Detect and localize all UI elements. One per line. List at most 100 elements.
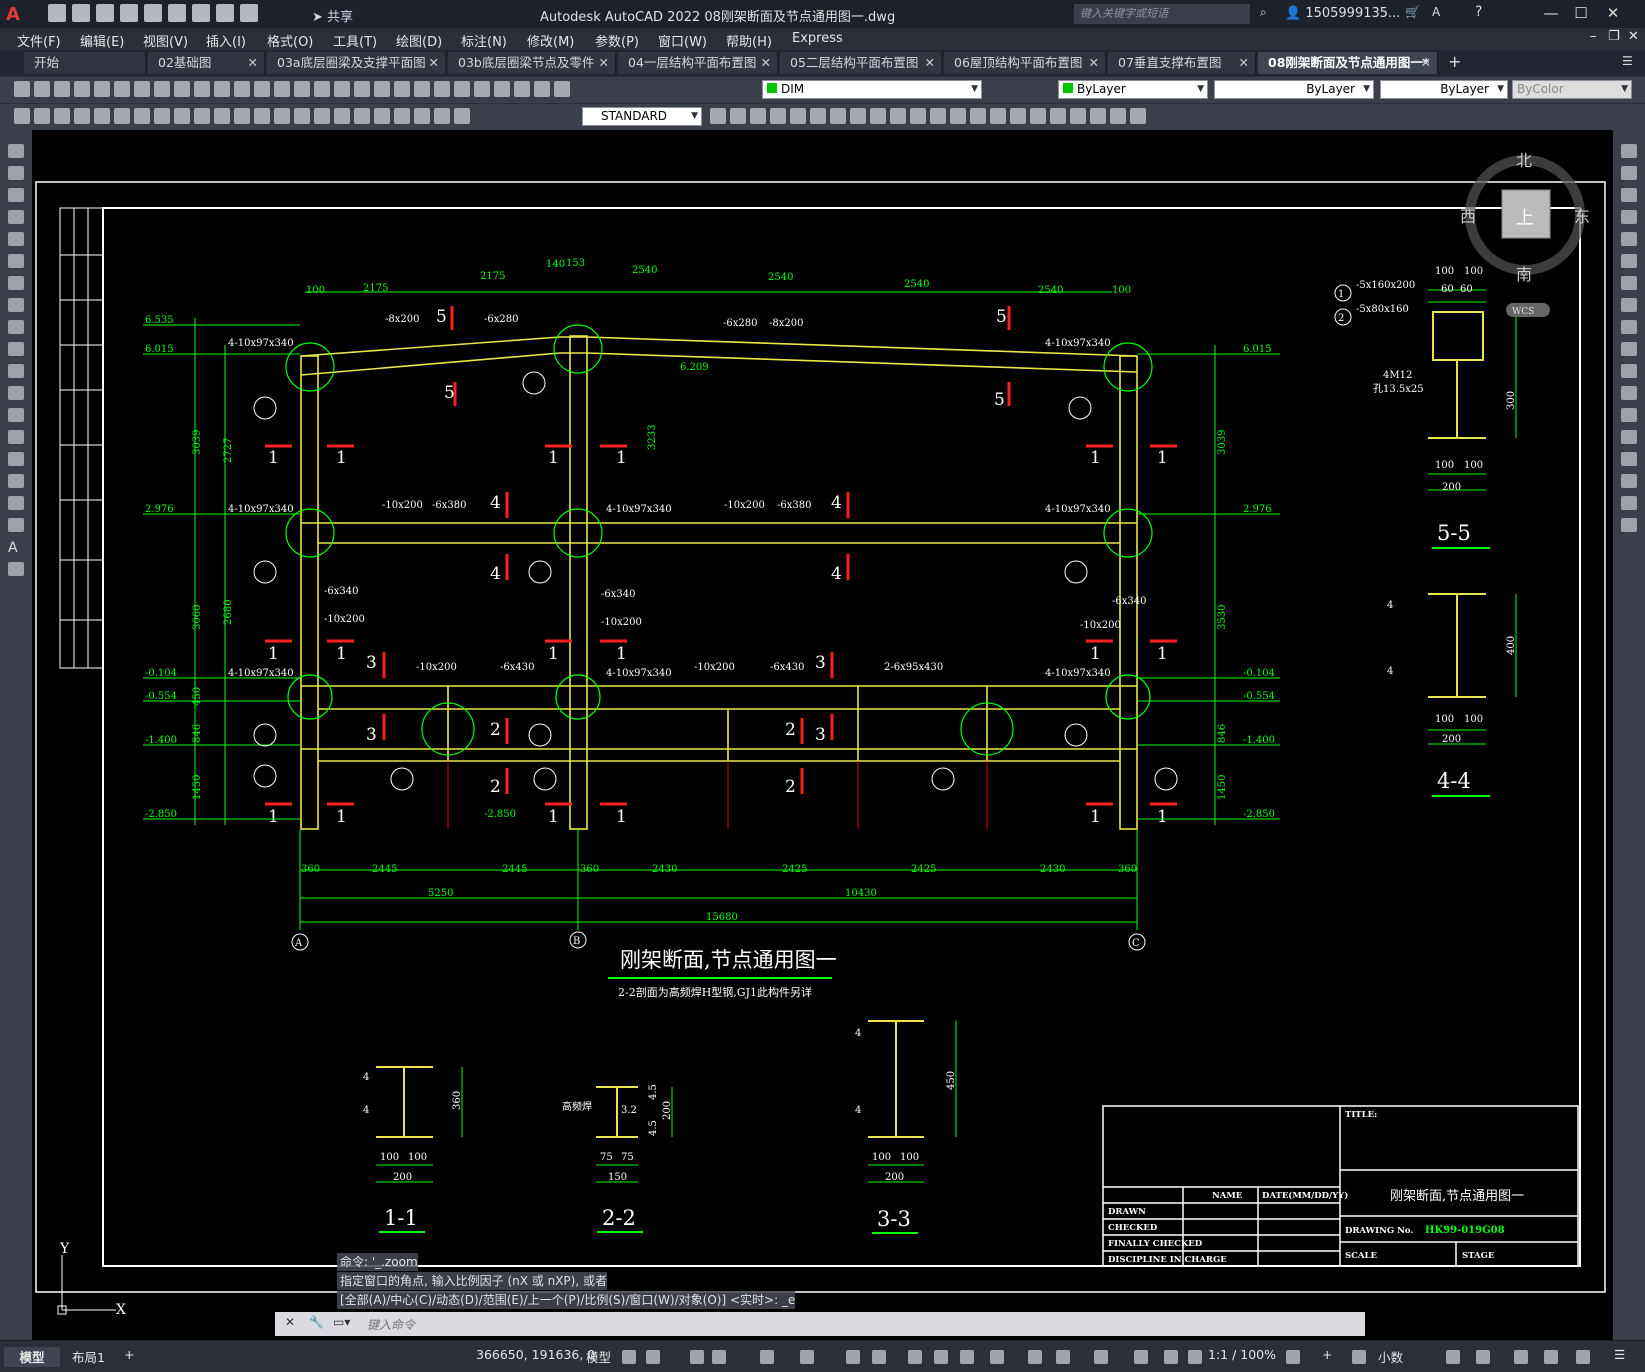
extend-icon[interactable] [970,108,986,124]
snap-icon[interactable] [646,1350,660,1364]
linetype-dropdown[interactable]: ByLayer ▼ [1214,80,1374,99]
dim-edit-icon[interactable] [414,108,430,124]
dim-angular-icon[interactable] [214,108,230,124]
dim-aligned-icon[interactable] [94,108,110,124]
rotate-icon[interactable] [1621,276,1637,290]
menu-view[interactable]: 视图(V) [143,31,188,50]
quick-dim-icon[interactable] [234,108,250,124]
preview-icon[interactable] [94,81,110,97]
layer-properties-icon[interactable] [494,81,510,97]
zoom-window-icon[interactable] [314,81,330,97]
zoom-previous-icon[interactable] [334,81,350,97]
help-icon[interactable]: ? [1475,4,1482,20]
paste-icon[interactable] [194,81,210,97]
solid-cone-icon[interactable] [770,108,786,124]
explode-icon[interactable] [1070,108,1086,124]
scale-icon[interactable] [910,108,926,124]
dim-space-icon[interactable] [294,108,310,124]
tab-layout1[interactable]: 布局1 [72,1347,105,1366]
copy-icon[interactable] [174,81,190,97]
break-at-point-icon[interactable] [1621,408,1637,422]
mtext-icon[interactable]: A [8,540,24,556]
tab-04[interactable]: 04一层结构平面布置图 ✕ [618,52,778,74]
undo-icon[interactable] [216,4,234,22]
draworder-icon[interactable] [14,108,30,124]
close-tab-icon[interactable]: ✕ [429,52,439,74]
customize-menu-icon[interactable]: ☰ [1614,1347,1625,1362]
lineweight-icon[interactable] [908,1350,922,1364]
close-tab-icon[interactable]: ✕ [1089,52,1099,74]
dim-continue-icon[interactable] [274,108,290,124]
menu-format[interactable]: 格式(O) [267,31,313,50]
close-command-icon[interactable]: ✕ [285,1315,295,1329]
menu-parametric[interactable]: 参数(P) [595,31,639,50]
menu-tools[interactable]: 工具(T) [333,31,377,50]
doc-close-button[interactable]: ✕ [1628,29,1639,44]
move-icon[interactable] [1621,254,1637,268]
scale-icon[interactable] [1621,298,1637,312]
construction-line-icon[interactable] [8,166,24,180]
save-icon[interactable] [54,81,70,97]
lock-ui-icon[interactable] [1446,1350,1460,1364]
autodesk-app-icon[interactable]: A [1432,5,1440,19]
properties-icon[interactable] [354,81,370,97]
isolate-objects-icon[interactable] [1476,1350,1490,1364]
autoscale-icon[interactable] [1056,1350,1070,1364]
solid-box-icon[interactable] [730,108,746,124]
extend-icon[interactable] [1621,364,1637,378]
dim-update-icon[interactable] [454,108,470,124]
tab-start[interactable]: 开始 [24,52,146,74]
close-tab-icon[interactable]: ✕ [599,52,609,74]
gradient-icon[interactable] [8,474,24,488]
selection-filter-icon[interactable] [960,1350,974,1364]
infer-constraints-icon[interactable] [690,1350,704,1364]
lineweight-dropdown[interactable]: ByLayer ▼ [1380,80,1508,99]
ucs-world-icon[interactable] [1110,108,1126,124]
tab-05[interactable]: 05二层结构平面布置图 ✕ [780,52,942,74]
inspect-icon[interactable] [374,108,390,124]
dim-break-icon[interactable] [314,108,330,124]
move-icon[interactable] [870,108,886,124]
polar-icon[interactable] [760,1350,774,1364]
polygon-icon[interactable] [8,210,24,224]
publish-icon[interactable] [144,4,162,22]
region-icon[interactable] [8,496,24,510]
osnap-track-icon[interactable] [800,1350,814,1364]
search-icon[interactable]: ⌕ [1260,5,1267,20]
units-dropdown[interactable]: 小数 [1378,1347,1403,1366]
annotation-visibility-icon[interactable] [1028,1350,1042,1364]
dim-baseline-icon[interactable] [254,108,270,124]
redo-icon[interactable] [240,4,258,22]
dim-jogged-icon[interactable] [174,108,190,124]
close-tab-icon[interactable]: ✕ [1239,52,1249,74]
help-search-input[interactable]: 键入关键字或短语 [1074,4,1250,24]
annotation-scale-dropdown[interactable]: 1:1 / 100% [1208,1347,1276,1362]
clean-screen-icon[interactable] [1544,1350,1558,1364]
dim-radius-icon[interactable] [154,108,170,124]
rotate-icon[interactable] [890,108,906,124]
point-icon[interactable] [8,430,24,444]
ucs-prev-icon[interactable] [1130,108,1146,124]
layer-dropdown[interactable]: DIM ▼ [762,80,982,99]
quick-properties-icon[interactable] [1352,1350,1366,1364]
settings-gear-icon[interactable] [1286,1350,1300,1364]
ortho-icon[interactable] [712,1350,726,1364]
menu-modify[interactable]: 修改(M) [527,31,574,50]
menu-express[interactable]: Express [792,31,843,46]
fullscreen-icon[interactable] [1576,1350,1590,1364]
join-icon[interactable] [1010,108,1026,124]
fillet-icon[interactable] [1621,474,1637,488]
dimstyle-icon[interactable] [710,108,726,124]
stretch-icon[interactable] [930,108,946,124]
draworder-front-icon[interactable] [34,108,50,124]
new-tab-button[interactable]: + [1448,52,1461,71]
ucs-icon[interactable] [1090,108,1106,124]
hatch-icon[interactable] [8,452,24,466]
polyline-icon[interactable] [8,188,24,202]
trim-icon[interactable] [950,108,966,124]
plotstyle-dropdown[interactable]: ByColor ▼ [1512,80,1632,99]
toolpalette-icon[interactable] [394,81,410,97]
fillet-icon[interactable] [1050,108,1066,124]
autocad-logo-icon[interactable]: A [6,4,26,25]
menu-edit[interactable]: 编辑(E) [80,31,124,50]
